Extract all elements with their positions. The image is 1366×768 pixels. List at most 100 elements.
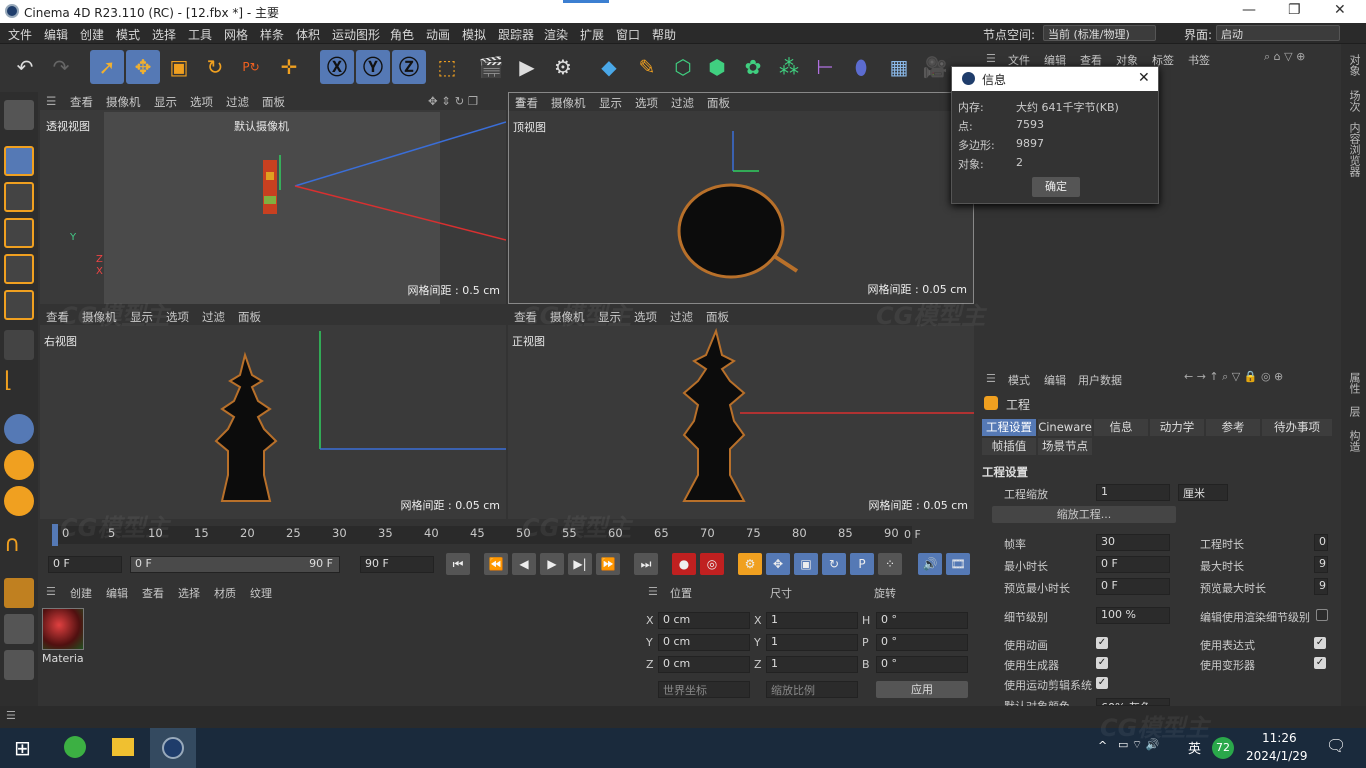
obj-menu-bookmarks[interactable]: 书签 [1188,52,1210,68]
model-mode-icon[interactable] [4,100,34,130]
viewport-top[interactable]: ☰ 查看 摄像机 显示 选项 过滤 面板 顶视图 网格间距 : 0.05 cm [508,92,974,304]
lock-icon[interactable] [4,614,34,644]
tab-frame-interp[interactable]: 帧插值 [982,438,1036,455]
render-picture-viewer-icon[interactable]: ▶ [510,50,544,84]
axis-mode-icon[interactable]: ⌊ [4,368,34,398]
scale-tool-icon[interactable]: ▣ [162,50,196,84]
render-settings-icon[interactable]: ⚙ [546,50,580,84]
goto-start-icon[interactable]: ⏮ [446,553,470,575]
render-view-icon[interactable]: 🎬 [474,50,508,84]
tab-scene-nodes[interactable]: 场景节点 [1038,438,1092,455]
attr-nav-icons[interactable]: ← → ↑ ⌕ ▽ 🔒 ◎ ⊕ [1184,370,1283,384]
timeline-ruler[interactable]: 0 5 10 15 20 25 30 35 40 45 50 55 60 65 … [38,522,978,552]
menu-extensions[interactable]: 扩展 [580,26,604,43]
min-time-field[interactable]: 0 F [1096,556,1170,573]
rot-p-field[interactable]: 0 ° [876,634,968,651]
psr-tool-icon[interactable]: P↻ [234,50,268,84]
tab-info[interactable]: 信息 [1094,419,1148,436]
tab-reference[interactable]: 参考 [1206,419,1260,436]
vp-menu-filter[interactable]: 过滤 [671,95,694,111]
transform-tool-icon[interactable]: ✛ [272,50,306,84]
browser-icon[interactable] [64,736,86,758]
workplane-icon[interactable] [4,486,34,516]
z-axis-lock-icon[interactable]: Ⓩ [392,50,426,84]
ime-indicator[interactable]: 英 [1188,738,1201,757]
next-frame-icon[interactable]: ▶| [568,553,592,575]
record-icon[interactable]: ● [672,553,696,575]
camera-icon[interactable]: 🎥 [918,50,952,84]
default-color-select[interactable]: 60% 灰色 [1096,698,1170,706]
world-coords-select[interactable]: 世界坐标 [658,681,750,698]
attr-menu-icon[interactable]: ☰ [986,372,996,385]
key-rotation-icon[interactable]: ↻ [822,553,846,575]
mat-menu-edit[interactable]: 编辑 [106,585,128,601]
vp-menu-filter[interactable]: 过滤 [202,309,225,325]
max-time-field[interactable]: 9 [1314,556,1328,573]
mat-menu-create[interactable]: 创建 [70,585,92,601]
menu-create[interactable]: 创建 [80,26,104,43]
y-axis-lock-icon[interactable]: Ⓨ [356,50,390,84]
lod-field[interactable]: 100 % [1096,607,1170,624]
mat-menu-view[interactable]: 查看 [142,585,164,601]
tab-cineware[interactable]: Cineware [1038,419,1092,436]
edges-mode-icon[interactable] [4,254,34,284]
rotate-tool-icon[interactable]: ↻ [198,50,232,84]
use-expressions-checkbox[interactable]: ✓ [1314,637,1326,649]
render-lod-checkbox[interactable] [1316,609,1328,621]
sound-icon[interactable]: 🔊 [918,553,942,575]
mat-menu-material[interactable]: 材质 [214,585,236,601]
scale-project-button[interactable]: 缩放工程... [992,506,1176,523]
notification-icon[interactable]: 🗨 [1326,736,1346,755]
scale-mode-select[interactable]: 缩放比例 [766,681,858,698]
size-y-field[interactable]: 1 [766,634,858,651]
tab-todo[interactable]: 待办事项 [1262,419,1332,436]
layout-select[interactable]: 启动 [1216,25,1340,41]
array-icon[interactable]: ⁂ [772,50,806,84]
texture-mode-icon[interactable] [4,182,34,212]
viewport-right[interactable]: 查看 摄像机 显示 选项 过滤 面板 右视图 网格间距 : 0.05 cm [40,307,506,519]
next-key-icon[interactable]: ⏩ [596,553,620,575]
viewport-front[interactable]: 查看 摄像机 显示 选项 过滤 面板 正视图 网格间距 : 0.05 cm [508,307,974,519]
unit-select[interactable]: 厘米 [1178,484,1228,501]
undo-icon[interactable]: ↶ [8,50,42,84]
x-axis-lock-icon[interactable]: Ⓧ [320,50,354,84]
subdivision-icon[interactable]: ⬡ [666,50,700,84]
tray-chevron-icon[interactable]: ^ [1098,739,1107,752]
vp-menu-view[interactable]: 查看 [515,95,538,111]
redo-icon[interactable]: ↷ [44,50,78,84]
duration-field[interactable]: 0 [1314,534,1328,551]
obj-menu-icon[interactable]: ☰ [986,52,996,65]
vp-menu-view[interactable]: 查看 [70,94,93,110]
play-icon[interactable]: ▶ [540,553,564,575]
menu-animate[interactable]: 动画 [426,26,450,43]
cloner-icon[interactable]: ✿ [736,50,770,84]
vp-menu-camera[interactable]: 摄像机 [550,309,585,325]
pos-y-field[interactable]: 0 cm [658,634,750,651]
vp-menu-filter[interactable]: 过滤 [226,94,249,110]
vp-menu-display[interactable]: 显示 [598,309,621,325]
menu-tracker[interactable]: 跟踪器 [498,26,534,43]
field-icon[interactable]: ⬮ [844,50,878,84]
tab-dynamics[interactable]: 动力学 [1150,419,1204,436]
pos-z-field[interactable]: 0 cm [658,656,750,673]
viewport-perspective[interactable]: ☰ 查看 摄像机 显示 选项 过滤 面板 ✥ ⇕ ↻ ❐ 透视视图 默认摄像机 … [40,92,506,304]
prev-frame-icon[interactable]: ◀ [512,553,536,575]
tab-layers[interactable]: 层 [1346,406,1362,417]
badge-icon[interactable]: 72 [1212,737,1234,759]
key-scale-icon[interactable]: ▣ [794,553,818,575]
tab-project-settings[interactable]: 工程设置 [982,419,1036,436]
max-frame-field[interactable]: 90 F [360,556,434,573]
menu-file[interactable]: 文件 [8,26,32,43]
scale-field[interactable]: 1 [1096,484,1170,501]
snap-icon[interactable] [4,414,34,444]
tab-takes[interactable]: 场次 [1346,90,1362,112]
menu-tools[interactable]: 工具 [188,26,212,43]
tab-structure[interactable]: 构造 [1346,430,1362,452]
preview-min-field[interactable]: 0 F [1096,578,1170,595]
cinema4d-task[interactable] [150,728,196,768]
mat-menu-select[interactable]: 选择 [178,585,200,601]
vp-menu-camera[interactable]: 摄像机 [106,94,141,110]
clock-date[interactable]: 2024/1/29 [1246,749,1308,763]
move-tool-icon[interactable]: ✥ [126,50,160,84]
floor-grid-icon[interactable] [4,578,34,608]
